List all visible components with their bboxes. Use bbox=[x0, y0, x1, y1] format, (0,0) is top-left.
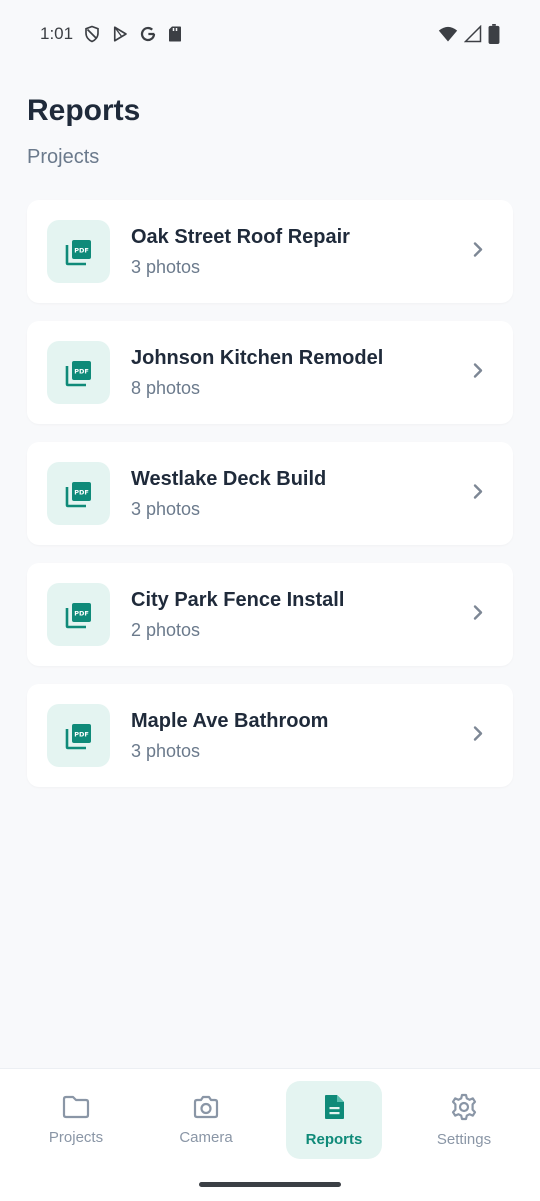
photo-count: 3 photos bbox=[131, 740, 201, 761]
signal-icon bbox=[464, 25, 482, 43]
photo-count: 3 photos bbox=[131, 498, 201, 519]
folder-icon bbox=[62, 1095, 90, 1123]
camera-icon bbox=[192, 1095, 220, 1123]
card-text: Westlake Deck Build 3 photos bbox=[131, 468, 326, 520]
play-store-icon bbox=[111, 25, 129, 43]
battery-icon bbox=[488, 24, 500, 44]
nav-label: Camera bbox=[179, 1128, 233, 1146]
status-right bbox=[438, 24, 500, 44]
svg-text:PDF: PDF bbox=[74, 730, 89, 738]
card-text: Johnson Kitchen Remodel 8 photos bbox=[131, 347, 383, 399]
project-name: Westlake Deck Build bbox=[131, 467, 327, 490]
project-name: City Park Fence Install bbox=[131, 588, 345, 611]
svg-text:PDF: PDF bbox=[74, 609, 89, 617]
card-text: Maple Ave Bathroom 3 photos bbox=[131, 710, 328, 762]
status-left: 1:01 bbox=[40, 24, 183, 44]
status-bar: 1:01 bbox=[0, 0, 540, 68]
shield-icon bbox=[83, 25, 101, 43]
document-icon bbox=[322, 1093, 346, 1125]
project-name: Maple Ave Bathroom bbox=[131, 709, 329, 732]
page-subtitle: Projects bbox=[27, 146, 100, 168]
photo-count: 3 photos bbox=[131, 256, 201, 277]
card-text: Oak Street Roof Repair 3 photos bbox=[131, 226, 350, 278]
photo-count: 8 photos bbox=[131, 377, 201, 398]
nav-label: Projects bbox=[48, 1128, 104, 1146]
card-text: City Park Fence Install 2 photos bbox=[131, 589, 344, 641]
photo-count: 2 photos bbox=[131, 619, 201, 640]
svg-text:PDF: PDF bbox=[74, 488, 89, 496]
home-indicator[interactable] bbox=[199, 1182, 341, 1187]
nav-label: Settings bbox=[436, 1130, 492, 1148]
chevron-right-icon bbox=[471, 603, 485, 626]
status-time: 1:01 bbox=[40, 24, 74, 43]
svg-text:PDF: PDF bbox=[74, 246, 89, 254]
pdf-icon: PDF bbox=[47, 220, 110, 283]
nav-item-reports[interactable]: Reports bbox=[286, 1081, 382, 1159]
google-icon bbox=[139, 25, 157, 43]
project-card[interactable]: PDF Maple Ave Bathroom 3 photos bbox=[27, 684, 513, 787]
nav-item-projects[interactable]: Projects bbox=[28, 1081, 124, 1159]
chevron-right-icon bbox=[471, 240, 485, 263]
project-name: Johnson Kitchen Remodel bbox=[131, 346, 384, 369]
wifi-icon bbox=[438, 25, 458, 43]
pdf-icon: PDF bbox=[47, 704, 110, 767]
page-title: Reports bbox=[27, 94, 141, 127]
gear-icon bbox=[450, 1093, 478, 1125]
pdf-icon: PDF bbox=[47, 341, 110, 404]
svg-text:PDF: PDF bbox=[74, 367, 89, 375]
project-card[interactable]: PDF City Park Fence Install 2 photos bbox=[27, 563, 513, 666]
sd-card-icon bbox=[167, 25, 183, 43]
project-name: Oak Street Roof Repair bbox=[131, 225, 350, 248]
chevron-right-icon bbox=[471, 724, 485, 747]
nav-label: Reports bbox=[305, 1130, 363, 1148]
pdf-icon: PDF bbox=[47, 583, 110, 646]
pdf-icon: PDF bbox=[47, 462, 110, 525]
nav-item-camera[interactable]: Camera bbox=[158, 1081, 254, 1159]
project-card[interactable]: PDF Johnson Kitchen Remodel 8 photos bbox=[27, 321, 513, 424]
project-card[interactable]: PDF Oak Street Roof Repair 3 photos bbox=[27, 200, 513, 303]
nav-item-settings[interactable]: Settings bbox=[416, 1081, 512, 1159]
chevron-right-icon bbox=[471, 482, 485, 505]
chevron-right-icon bbox=[471, 361, 485, 384]
project-list: PDF Oak Street Roof Repair 3 photos PDF … bbox=[27, 200, 513, 805]
project-card[interactable]: PDF Westlake Deck Build 3 photos bbox=[27, 442, 513, 545]
